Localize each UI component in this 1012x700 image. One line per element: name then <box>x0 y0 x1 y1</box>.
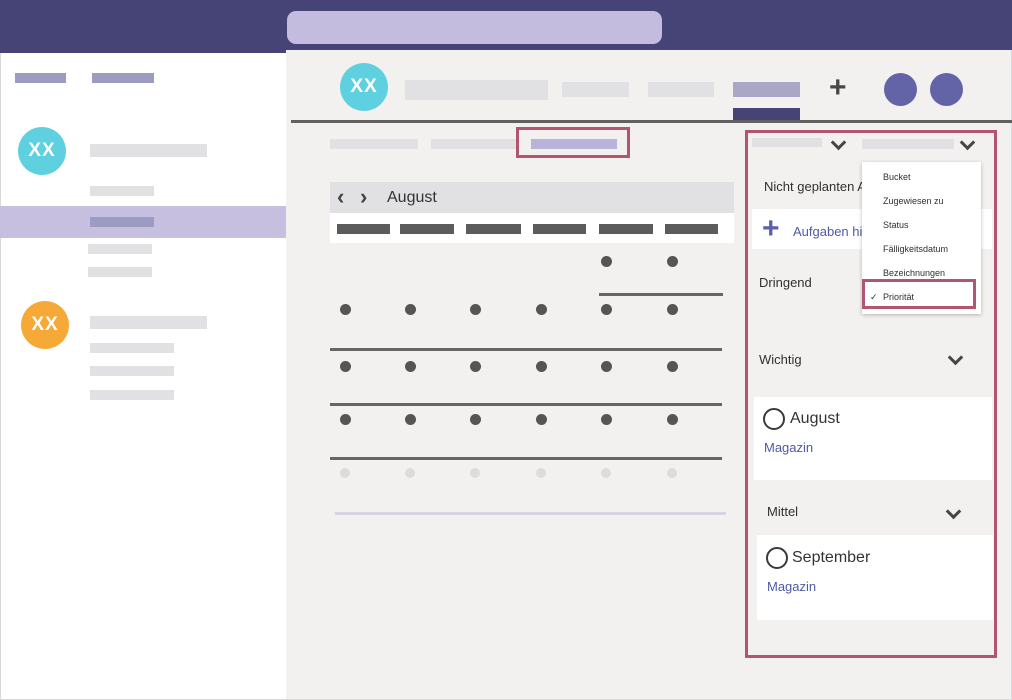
weekday-label <box>533 224 586 234</box>
next-month-icon[interactable]: › <box>360 184 367 210</box>
calendar-day[interactable] <box>536 361 547 372</box>
channel-item[interactable] <box>88 267 152 277</box>
tab-2[interactable] <box>648 82 714 97</box>
calendar-day-next-month[interactable] <box>667 468 677 478</box>
channel-item[interactable] <box>90 343 174 353</box>
calendar-day-next-month[interactable] <box>601 468 611 478</box>
calendar-day[interactable] <box>405 304 416 315</box>
group-by-label[interactable] <box>862 139 954 149</box>
dropdown-item-assigned[interactable]: Zugewiesen zu <box>883 196 944 206</box>
channel-item[interactable] <box>90 186 154 196</box>
dropdown-item-labels[interactable]: Bezeichnungen <box>883 268 945 278</box>
calendar-day[interactable] <box>536 304 547 315</box>
team-avatar-2[interactable]: XX <box>21 301 69 349</box>
calendar-day-next-month[interactable] <box>470 468 480 478</box>
header-action-button-1[interactable] <box>884 73 917 106</box>
calendar-day[interactable] <box>340 304 351 315</box>
team-avatar-1[interactable]: XX <box>18 127 66 175</box>
priority-option-highlight <box>862 279 976 309</box>
view-option-2[interactable] <box>431 139 518 149</box>
week-divider <box>330 348 722 351</box>
weekday-label <box>665 224 718 234</box>
calendar-day[interactable] <box>601 256 612 267</box>
weekday-label <box>400 224 454 234</box>
calendar-day[interactable] <box>340 361 351 372</box>
calendar-day[interactable] <box>470 361 481 372</box>
dropdown-item-due-date[interactable]: Fälligkeitsdatum <box>883 244 948 254</box>
team-name-1[interactable] <box>90 144 207 157</box>
calendar-day[interactable] <box>405 361 416 372</box>
calendar-day[interactable] <box>667 361 678 372</box>
header-action-button-2[interactable] <box>930 73 963 106</box>
task-bucket-label: Magazin <box>764 440 814 455</box>
search-bar[interactable] <box>287 11 662 44</box>
tab-planner-active[interactable] <box>733 82 800 97</box>
left-header-tab-1[interactable] <box>15 73 66 83</box>
calendar-day-next-month[interactable] <box>536 468 546 478</box>
weekday-label <box>337 224 390 234</box>
left-header-tab-2[interactable] <box>92 73 154 83</box>
calendar-day[interactable] <box>470 414 481 425</box>
add-tasks-label[interactable]: Aufgaben hi <box>793 224 862 239</box>
prev-month-icon[interactable]: ‹ <box>337 184 344 210</box>
week-divider <box>330 403 722 406</box>
channel-title <box>405 80 548 100</box>
calendar-month-label: August <box>387 189 437 206</box>
calendar-day[interactable] <box>405 414 416 425</box>
add-icon[interactable]: + <box>762 212 780 246</box>
schedule-view-highlight <box>516 127 630 158</box>
channel-item[interactable] <box>88 244 152 254</box>
calendar-day[interactable] <box>340 414 351 425</box>
unscheduled-tasks-label: Nicht geplanten A <box>764 179 866 194</box>
calendar-day[interactable] <box>601 304 612 315</box>
calendar-day[interactable] <box>667 304 678 315</box>
task-bucket-label: Magazin <box>767 579 817 594</box>
channel-item[interactable] <box>90 390 174 400</box>
group-label-medium[interactable]: Mittel <box>767 504 798 519</box>
calendar-day[interactable] <box>667 256 678 267</box>
week-divider <box>599 293 723 296</box>
header-divider <box>291 120 1012 123</box>
task-title[interactable]: August <box>790 410 840 428</box>
team-name-2[interactable] <box>90 316 207 329</box>
task-card[interactable] <box>757 535 993 620</box>
horizontal-scrollbar[interactable] <box>335 512 726 515</box>
channel-item-selected-label <box>90 217 154 227</box>
tab-1[interactable] <box>562 82 629 97</box>
group-label-urgent[interactable]: Dringend <box>759 275 812 290</box>
weekday-label <box>466 224 521 234</box>
calendar-day[interactable] <box>470 304 481 315</box>
filter-label[interactable] <box>752 138 822 147</box>
calendar-day[interactable] <box>601 361 612 372</box>
group-label-important[interactable]: Wichtig <box>759 352 802 367</box>
channel-item[interactable] <box>90 366 174 376</box>
task-title[interactable]: September <box>792 549 870 567</box>
task-complete-checkbox[interactable] <box>763 408 785 430</box>
dropdown-item-status[interactable]: Status <box>883 220 909 230</box>
calendar-day[interactable] <box>536 414 547 425</box>
calendar-day[interactable] <box>601 414 612 425</box>
weekday-label <box>599 224 653 234</box>
week-divider <box>330 457 722 460</box>
task-complete-checkbox[interactable] <box>766 547 788 569</box>
channel-avatar: XX <box>340 63 388 111</box>
dropdown-item-bucket[interactable]: Bucket <box>883 172 911 182</box>
calendar-day-next-month[interactable] <box>405 468 415 478</box>
calendar-day-next-month[interactable] <box>340 468 350 478</box>
view-option-1[interactable] <box>330 139 418 149</box>
calendar-day[interactable] <box>667 414 678 425</box>
add-tab-icon[interactable]: + <box>829 73 847 103</box>
